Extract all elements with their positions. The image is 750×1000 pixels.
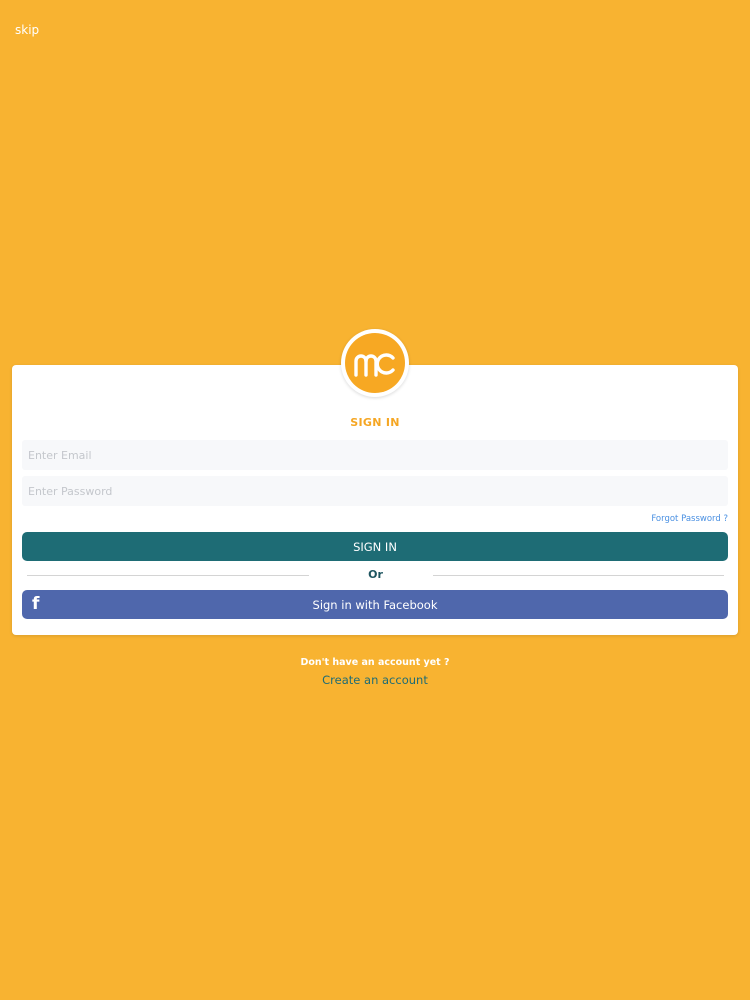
create-account-row: Create an account [0, 673, 750, 687]
create-account-link[interactable]: Create an account [322, 673, 428, 687]
mc-logo-icon [354, 353, 395, 377]
password-field[interactable] [22, 476, 728, 506]
signin-card: SIGN IN Forgot Password ? SIGN IN Or f S… [12, 365, 738, 635]
or-divider: Or [27, 568, 724, 582]
facebook-button-label: Sign in with Facebook [312, 597, 438, 612]
signin-title: SIGN IN [350, 416, 400, 429]
no-account-text: Don't have an account yet ? [300, 657, 450, 668]
facebook-icon: f [32, 594, 40, 614]
divider-line-right [433, 575, 724, 576]
signin-button-label: SIGN IN [353, 539, 397, 554]
skip-link[interactable]: skip [15, 23, 39, 37]
logo-badge [345, 333, 405, 393]
email-field[interactable] [22, 440, 728, 470]
app-logo [341, 329, 409, 397]
forgot-password-link[interactable]: Forgot Password ? [651, 514, 728, 524]
signin-button[interactable]: SIGN IN [22, 532, 728, 561]
facebook-signin-button[interactable]: f Sign in with Facebook [22, 590, 728, 619]
